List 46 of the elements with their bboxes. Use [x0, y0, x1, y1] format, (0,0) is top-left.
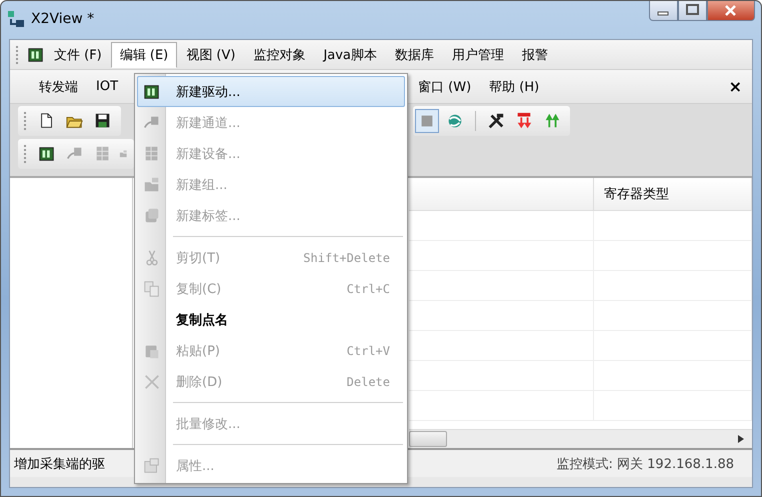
stop-button[interactable]	[415, 108, 439, 132]
app-icon	[7, 10, 25, 28]
circuit-board-icon	[38, 144, 56, 162]
menu-item[interactable]: 文件 (F)	[45, 42, 111, 68]
shortcut-text: Delete	[346, 374, 390, 388]
menu-item[interactable]: 用户管理	[442, 42, 513, 68]
scroll-right-icon[interactable]	[738, 435, 744, 443]
maximize-button[interactable]	[678, 1, 707, 21]
minimize-icon	[658, 12, 668, 16]
folder-icon	[143, 176, 161, 194]
menu-item[interactable]: 复制点名	[137, 304, 405, 335]
menu-item[interactable]: 窗口 (W)	[409, 74, 480, 100]
copy-icon	[143, 280, 161, 298]
minimize-button[interactable]	[649, 1, 678, 21]
status-text: 增加采集端的驱	[14, 456, 105, 472]
horizontal-scrollbar[interactable]	[409, 429, 752, 448]
circuit-board-icon	[27, 46, 45, 64]
window-icon	[143, 456, 161, 474]
window-title: X2View *	[31, 11, 94, 27]
menu-item[interactable]: 转发端	[30, 74, 87, 100]
menu-item[interactable]: 数据库	[386, 42, 443, 68]
shortcut-text: Ctrl+C	[346, 282, 390, 296]
shortcut-text: Shift+Delete	[303, 250, 390, 264]
load-arrows-icon	[515, 112, 533, 130]
menu-item[interactable]: IOT	[87, 75, 128, 98]
up-arrows-icon	[543, 112, 561, 130]
close-button[interactable]: ×	[728, 77, 742, 96]
menu-item[interactable]: 监控对象	[244, 42, 314, 68]
menu-item[interactable]: 视图 (V)	[177, 42, 244, 68]
monitor-mode-text: 监控模式: 网关 192.168.1.88	[556, 456, 735, 472]
circuit-board-icon	[143, 82, 161, 100]
column-header[interactable]: 寄存器类型	[594, 178, 752, 210]
scrollbar-thumb[interactable]	[409, 431, 447, 447]
menu-item[interactable]: 帮助 (H)	[480, 74, 548, 100]
cross-icon	[143, 372, 161, 390]
tag-icon	[143, 206, 161, 224]
hammer-wrench-icon	[487, 112, 505, 130]
close-icon	[724, 4, 736, 16]
shortcut-text: Ctrl+V	[346, 344, 390, 358]
maximize-icon	[686, 4, 699, 15]
menu-item[interactable]: Java脚本	[314, 42, 386, 68]
menu-item[interactable]: 报警	[512, 42, 557, 68]
close-button[interactable]	[707, 1, 755, 21]
globe-icon	[446, 112, 464, 130]
menu-item[interactable]: 新建驱动...	[137, 76, 405, 107]
menu-item[interactable]: 编辑 (E)	[110, 42, 178, 68]
